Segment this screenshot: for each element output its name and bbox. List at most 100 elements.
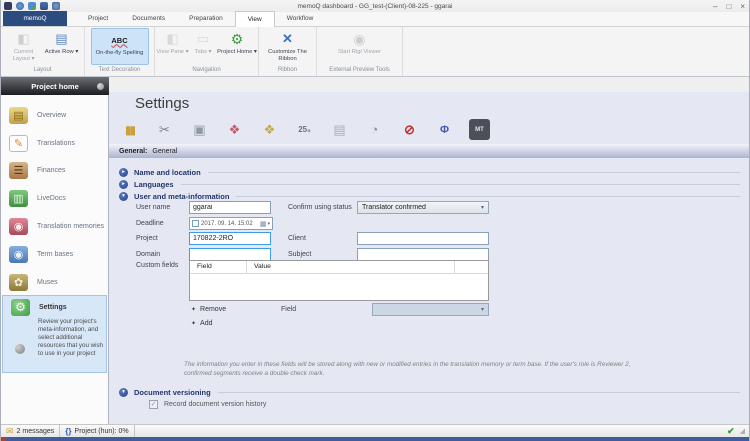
add-link[interactable]: Add [191,317,213,329]
collapse-icon[interactable]: ▾ [119,192,128,201]
on-the-fly-spelling-button[interactable]: On-the-fly Spelling [91,28,149,65]
sidebar-item-translations[interactable]: Translations [1,131,108,155]
confirm-status-label: Confirm using status [288,204,352,211]
mt-settings-icon[interactable] [469,119,490,140]
deadline-datepicker[interactable]: 2017. 09. 14. 15:02 ▦ ▾ [189,217,273,230]
sidebar-item-muses[interactable]: Muses [1,270,108,294]
project-home-button[interactable]: Project Home ▾ [217,28,257,65]
customize-ribbon-button[interactable]: Customize The Ribbon [262,28,314,65]
app-window: memoQ dashboard - GG_test-(Client)-08-22… [0,0,750,441]
translations-icon [9,135,28,152]
project-progress-status[interactable]: Project (hun): 0% [60,425,134,437]
active-row-icon [55,30,67,48]
livedocs-settings-icon[interactable] [259,119,280,140]
muses-icon [9,274,28,291]
project-input[interactable] [189,232,271,245]
tm-settings-icon[interactable] [224,119,245,140]
ribbon-tab-strip: memoQ Project Documents Preparation View… [1,12,749,27]
field-picker-select[interactable]: ▾ [372,303,489,316]
pin-icon[interactable] [97,83,104,90]
current-layout-button[interactable]: Current Layout ▾ [5,28,43,65]
deadline-checkbox[interactable] [192,220,199,227]
active-row-button[interactable]: Active Row ▾ [43,28,81,65]
view-pane-icon [166,30,178,48]
calendar-icon: ▦ [260,220,267,228]
minimize-button[interactable]: – [713,2,717,11]
ribbon-group-layout: Current Layout ▾ Active Row ▾ Layout [1,27,85,76]
deadline-label: Deadline [136,220,164,227]
chevron-down-icon: ▾ [477,204,488,211]
close-button[interactable]: × [740,2,745,11]
section-name-and-location[interactable]: ▸ Name and location [119,167,740,178]
tabs-button[interactable]: Tabs ▾ [189,28,217,65]
auto-translation-icon[interactable] [189,119,210,140]
term-bases-icon [9,246,28,263]
view-pane-button[interactable]: View Pane ▾ [156,28,189,65]
custom-fields-table[interactable]: Field Value [189,260,489,301]
subject-label: Subject [288,251,311,258]
record-version-history-checkbox[interactable]: ✓ [149,400,158,409]
content-top-strip [109,77,750,92]
font-substitution-icon[interactable] [434,119,455,140]
customize-ribbon-icon [282,30,293,48]
column-header-value[interactable]: Value [247,261,455,273]
user-name-row: User name Confirm using status Translato… [109,201,750,215]
expand-icon[interactable]: ▸ [119,180,128,189]
general-icon[interactable] [119,119,140,140]
settings-description: Review your project's meta-information, … [38,318,104,358]
start-rigi-viewer-button[interactable]: Start Rigi Viewer [336,28,384,65]
overview-icon [9,107,28,124]
column-header-field[interactable]: Field [190,261,247,273]
segmentation-rules-icon[interactable] [154,119,175,140]
export-path-rules-icon[interactable] [329,119,350,140]
tab-view[interactable]: View [235,11,275,27]
help-icon [15,344,25,354]
qa-settings-icon[interactable] [364,119,385,140]
tab-memoq[interactable]: memoQ [3,11,67,26]
settings-gear-icon [11,299,30,316]
tab-preparation[interactable]: Preparation [177,11,235,26]
sidebar-item-overview[interactable]: Overview [1,103,108,127]
sidebar-item-livedocs[interactable]: LiveDocs [1,186,108,210]
sidebar-header: Project home [1,77,109,95]
tab-workflow[interactable]: Workflow [275,11,326,26]
tab-documents[interactable]: Documents [120,11,177,26]
chevron-down-icon: ▾ [477,306,488,313]
project-home-icon [231,30,244,48]
window-title: memoQ dashboard - GG_test-(Client)-08-22… [1,3,749,10]
expand-icon[interactable]: ▸ [119,168,128,177]
user-name-input[interactable] [189,201,271,214]
section-languages[interactable]: ▸ Languages [119,179,740,190]
sidebar-item-finances[interactable]: Finances [1,158,108,182]
penalty-rules-icon[interactable] [294,119,315,140]
group-label-layout: Layout [2,65,83,76]
sidebar: Overview Translations Finances LiveDocs … [1,95,109,424]
section-document-versioning[interactable]: ▾ Document versioning [119,387,740,398]
remove-link[interactable]: Remove [191,303,226,315]
record-version-history-row: ✓ Record document version history [149,400,266,409]
sidebar-item-settings[interactable]: Settings Review your project's meta-info… [2,295,107,373]
breadcrumb: General: General [109,144,750,158]
page-title: Settings [135,95,189,112]
layout-icon [17,30,29,48]
tabs-icon [197,30,209,48]
resize-grip[interactable]: ◢ [740,427,745,435]
maximize-button[interactable]: □ [726,2,731,11]
ignore-lists-icon[interactable] [399,119,420,140]
record-version-history-label: Record document version history [164,401,266,408]
messages-status[interactable]: ✉ 2 messages [1,425,60,437]
client-input[interactable] [357,232,489,245]
confirm-status-select[interactable]: Translator confirmed ▾ [357,201,489,214]
sidebar-item-term-bases[interactable]: Term bases [1,242,108,266]
abc-spelling-icon [111,31,127,49]
breadcrumb-label: General: [119,148,147,155]
ribbon-group-external-preview: Start Rigi Viewer External Preview Tools [317,27,403,76]
tab-project[interactable]: Project [76,11,120,26]
sidebar-header-title: Project home [31,82,79,91]
sidebar-item-translation-memories[interactable]: Translation memories [1,214,108,238]
ribbon-group-ribbon: Customize The Ribbon Ribbon [259,27,317,76]
ok-check-icon: ✔ [727,426,735,437]
collapse-icon[interactable]: ▾ [119,388,128,397]
breadcrumb-value: General [152,148,177,155]
ribbon: Current Layout ▾ Active Row ▾ Layout On-… [1,27,749,77]
